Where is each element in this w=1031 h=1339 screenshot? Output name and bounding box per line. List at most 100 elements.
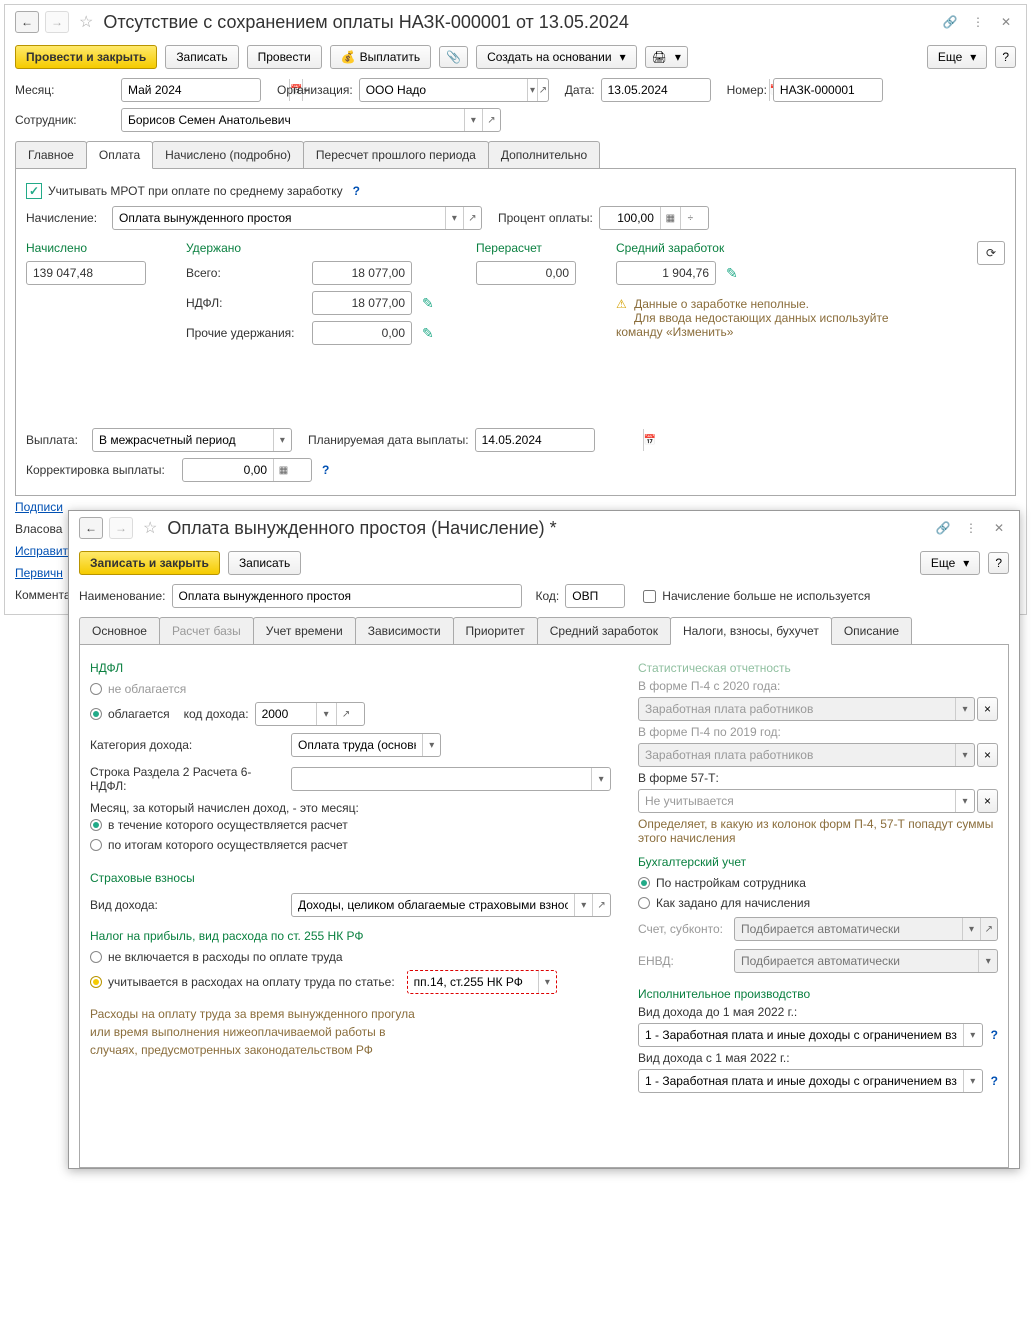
employee-input[interactable]: ▾ ↗: [121, 108, 501, 132]
before-2022-input[interactable]: ▾: [638, 1023, 983, 1047]
during-radio[interactable]: [90, 819, 102, 831]
plan-date-field[interactable]: [476, 430, 643, 450]
open-icon[interactable]: ↗: [463, 207, 481, 229]
tab-payment[interactable]: Оплата: [86, 141, 153, 169]
star-icon[interactable]: ☆: [143, 518, 157, 538]
6ndfl-input[interactable]: ▾: [291, 767, 611, 791]
tab-main[interactable]: Главное: [15, 141, 87, 168]
unused-checkbox[interactable]: [643, 590, 656, 603]
article-field[interactable]: [408, 972, 538, 992]
dropdown-icon[interactable]: ▾: [574, 894, 592, 916]
tab-calc-base[interactable]: Расчет базы: [159, 617, 254, 644]
tab-accrued-detail[interactable]: Начислено (подробно): [152, 141, 304, 168]
open-icon[interactable]: ↗: [592, 894, 610, 916]
post-button[interactable]: Провести: [247, 45, 322, 69]
code-input[interactable]: [565, 584, 625, 608]
menu-icon[interactable]: ⋮: [968, 12, 988, 32]
by-accrual-radio[interactable]: [638, 897, 650, 909]
income-type-input[interactable]: ▾ ↗: [291, 893, 611, 917]
calendar-icon[interactable]: 📅: [643, 429, 656, 451]
more-button[interactable]: Еще: [927, 45, 987, 69]
ndfl-value[interactable]: 18 077,00: [312, 291, 412, 315]
taxed-radio[interactable]: [90, 708, 102, 720]
dropdown-icon[interactable]: ▾: [538, 971, 556, 993]
open-icon[interactable]: ↗: [336, 703, 356, 725]
open-icon[interactable]: ↗: [537, 79, 548, 101]
post-close-button[interactable]: Провести и закрыть: [15, 45, 157, 69]
avg-value[interactable]: 1 904,76: [616, 261, 716, 285]
tab-taxes[interactable]: Налоги, взносы, бухучет: [670, 617, 832, 645]
nav-forward-button[interactable]: →: [109, 517, 133, 539]
close-icon[interactable]: ✕: [996, 12, 1016, 32]
plan-date-input[interactable]: 📅: [475, 428, 595, 452]
accrual-field[interactable]: [113, 208, 445, 228]
not-included-radio[interactable]: [90, 951, 102, 963]
tab-deps[interactable]: Зависимости: [355, 617, 454, 644]
employee-field[interactable]: [122, 110, 464, 130]
nav-forward-button[interactable]: →: [45, 11, 69, 33]
tab-basic[interactable]: Основное: [79, 617, 160, 644]
other-value[interactable]: 0,00: [312, 321, 412, 345]
correction-field[interactable]: [183, 460, 273, 480]
after-2022-input[interactable]: ▾: [638, 1069, 983, 1093]
clear-button[interactable]: ×: [977, 743, 998, 767]
payout-input[interactable]: ▾: [92, 428, 292, 452]
calc-icon[interactable]: ▦: [660, 207, 680, 229]
6ndfl-field[interactable]: [292, 769, 591, 789]
dropdown-icon[interactable]: ▾: [955, 790, 974, 812]
tab-priority[interactable]: Приоритет: [453, 617, 538, 644]
dropdown-icon[interactable]: ▾: [316, 703, 336, 725]
number-input[interactable]: [773, 78, 883, 102]
income-cat-input[interactable]: ▾: [291, 733, 441, 757]
stepper-icon[interactable]: ÷: [680, 207, 700, 229]
dropdown-icon[interactable]: ▾: [591, 768, 610, 790]
clear-button[interactable]: ×: [977, 697, 998, 721]
write-button[interactable]: Записать: [228, 551, 301, 575]
month-input[interactable]: 📅 ÷: [121, 78, 261, 102]
pay-button[interactable]: Выплатить: [330, 45, 431, 69]
name-input[interactable]: [172, 584, 522, 608]
dropdown-icon[interactable]: ▾: [963, 1024, 982, 1046]
tab-avg-earn[interactable]: Средний заработок: [537, 617, 671, 644]
article-input[interactable]: ▾: [407, 970, 557, 994]
mrot-checkbox[interactable]: ✓: [26, 183, 42, 199]
fix-link[interactable]: Исправит: [15, 544, 68, 558]
help-icon[interactable]: ?: [322, 463, 329, 477]
tab-description[interactable]: Описание: [831, 617, 912, 644]
close-icon[interactable]: ✕: [989, 518, 1009, 538]
tab-time[interactable]: Учет времени: [253, 617, 356, 644]
tab-additional[interactable]: Дополнительно: [488, 141, 600, 168]
edit-icon[interactable]: ✎: [422, 295, 434, 312]
nav-back-button[interactable]: ←: [79, 517, 103, 539]
percent-field[interactable]: [600, 208, 660, 228]
dropdown-icon[interactable]: ▾: [273, 429, 291, 451]
org-input[interactable]: ▾ ↗: [359, 78, 549, 102]
clear-button[interactable]: ×: [977, 789, 998, 813]
edit-icon[interactable]: ✎: [422, 325, 434, 342]
nav-back-button[interactable]: ←: [15, 11, 39, 33]
help-button[interactable]: ?: [995, 46, 1016, 68]
included-radio[interactable]: [90, 976, 102, 988]
total-value[interactable]: 18 077,00: [312, 261, 412, 285]
tab-recalc[interactable]: Пересчет прошлого периода: [303, 141, 489, 168]
dropdown-icon[interactable]: ▾: [963, 1070, 982, 1092]
write-button[interactable]: Записать: [165, 45, 238, 69]
link-icon[interactable]: 🔗: [933, 518, 953, 538]
menu-icon[interactable]: ⋮: [961, 518, 981, 538]
after-2022-field[interactable]: [639, 1071, 963, 1091]
before-2022-field[interactable]: [639, 1025, 963, 1045]
write-close-button[interactable]: Записать и закрыть: [79, 551, 220, 575]
by-emp-radio[interactable]: [638, 877, 650, 889]
accrual-input[interactable]: ▾ ↗: [112, 206, 482, 230]
create-on-basis-button[interactable]: Создать на основании: [476, 45, 637, 69]
refresh-button[interactable]: ⟳: [977, 241, 1005, 265]
more-button[interactable]: Еще: [920, 551, 980, 575]
help-button[interactable]: ?: [988, 552, 1009, 574]
calc-icon[interactable]: ▦: [273, 459, 293, 481]
name-field[interactable]: [173, 586, 521, 606]
month-field[interactable]: [122, 80, 289, 100]
income-type-field[interactable]: [292, 895, 574, 915]
edit-icon[interactable]: ✎: [726, 265, 738, 282]
number-field[interactable]: [774, 80, 941, 100]
org-field[interactable]: [360, 80, 527, 100]
